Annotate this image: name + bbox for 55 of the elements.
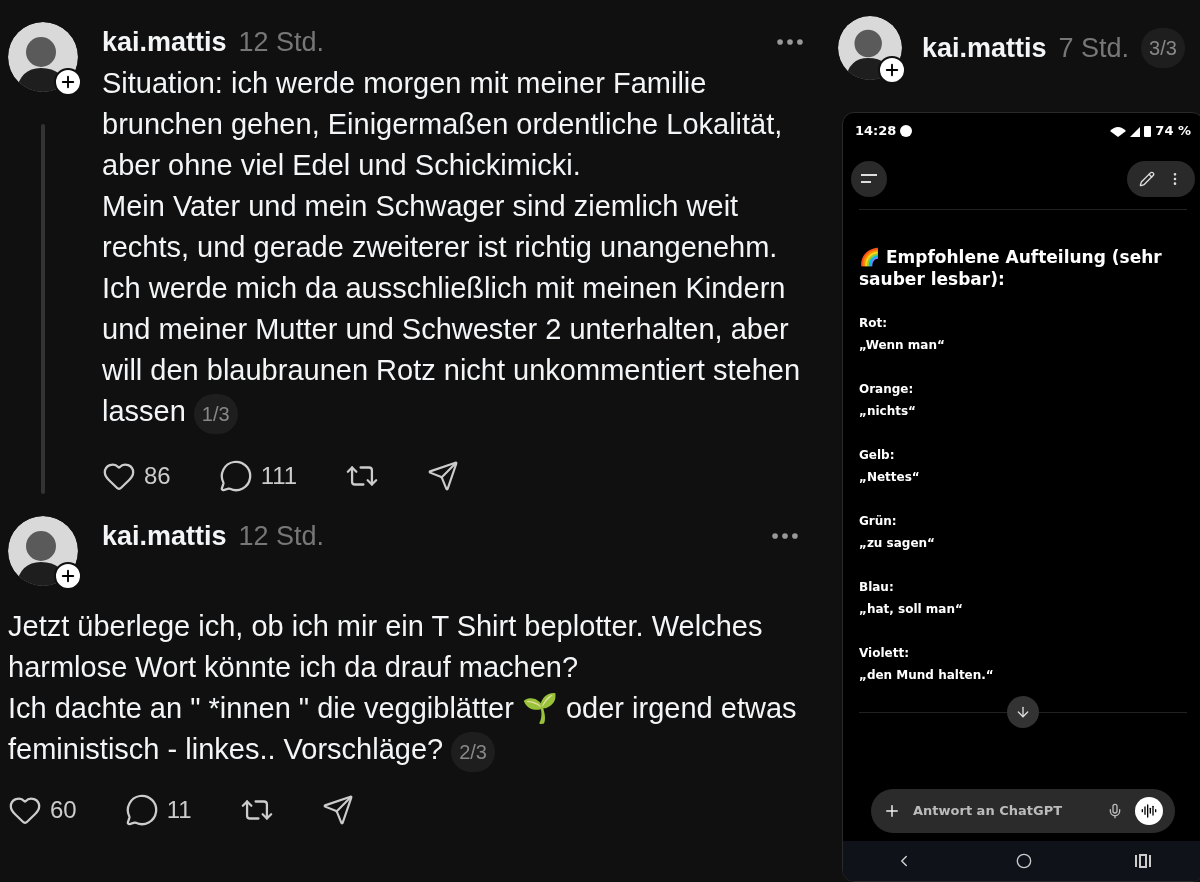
comment-count: 11 [166, 794, 192, 825]
color-label: Orange: [859, 380, 915, 398]
post-text: Mein Vater und mein Schwager sind ziemlich weit rechts, und gerade zweiterer ist richtig unangenehm. Ich werde mich da ausschließlich mit meinen Kindern und meiner Mutter und Schwester 2 unterhalten, aber will den blaubraunen Rotz nicht unkommentiert stehen lassen 1/3 [102, 185, 807, 434]
recents-icon[interactable] [1135, 854, 1152, 868]
sentence-part: „nichts“ [859, 402, 917, 420]
post-text: Situation: ich werde morgen mit meiner Familie brunchen gehen, Einigermaßen ordentliche Lokalität, aber ohne viel Edel und Schickimicki. [102, 65, 784, 183]
share-icon[interactable] [321, 793, 354, 826]
comment-icon[interactable] [124, 792, 159, 827]
voice-button[interactable] [1135, 797, 1163, 825]
username[interactable]: kai.mattis [102, 22, 227, 63]
add-icon [883, 802, 901, 820]
post-time: 7 Std. [1058, 31, 1130, 65]
battery-icon [1144, 124, 1152, 137]
color-label: Blau: [859, 578, 895, 596]
color-label: Gelb: [859, 446, 896, 464]
sentence-part: „hat, soll man“ [859, 600, 964, 618]
follow-icon[interactable] [54, 561, 82, 590]
share-icon[interactable] [427, 459, 460, 492]
signal-icon [1110, 124, 1141, 137]
username[interactable]: kai.mattis [922, 27, 1047, 69]
mic-icon [1107, 803, 1123, 819]
page-counter: 2/3 [451, 731, 495, 772]
like-count: 86 [144, 460, 171, 491]
home-icon[interactable] [1016, 853, 1032, 869]
menu-button[interactable] [851, 160, 887, 197]
color-label: Violett: [859, 644, 910, 662]
edit-icon [1139, 170, 1155, 187]
sentence-part: „den Mund halten.“ [859, 666, 995, 684]
comment-count: 111 [260, 460, 298, 491]
color-label: Rot: [859, 314, 889, 332]
follow-icon[interactable] [54, 68, 82, 96]
message-input[interactable]: Antwort an ChatGPT [871, 789, 1175, 833]
post-time: 12 Std. [238, 519, 325, 553]
message-field[interactable]: Antwort an ChatGPT [913, 801, 1095, 821]
sentence-part: „Nettes“ [859, 468, 921, 486]
sentence-part: „zu sagen“ [859, 534, 936, 552]
status-dot-icon [900, 124, 913, 137]
page-counter: 1/3 [193, 393, 238, 434]
battery-level: 74 % [1155, 122, 1191, 140]
comment-icon[interactable] [218, 458, 253, 493]
scroll-down-button[interactable] [1007, 695, 1039, 728]
post-text: Jetzt überlege ich, ob ich mir ein T Shirt beplotter. Welches harmlose Wort könnte ich da drauf machen? [8, 608, 764, 685]
like-count: 60 [50, 794, 77, 825]
sentence-part: „Wenn man“ [859, 336, 946, 354]
chat-actions-button[interactable] [1127, 160, 1195, 197]
follow-icon[interactable] [878, 56, 906, 84]
color-label: Grün: [859, 512, 898, 530]
menu-icon [861, 173, 877, 184]
username[interactable]: kai.mattis [102, 515, 227, 556]
response-heading: 🌈 Empfohlene Aufteilung (sehr sauber lesbar): [859, 245, 1163, 290]
post-time: 12 Std. [238, 26, 325, 59]
status-clock: 14:28 [855, 122, 897, 140]
page-counter: 3/3 [1141, 28, 1185, 68]
post-text: Ich dachte an " *innen " die veggiblätter 🌱 oder irgend etwas feministisch - linkes.. Vorschläge? 2/3 [8, 687, 798, 772]
sound-wave-icon [1141, 803, 1157, 819]
